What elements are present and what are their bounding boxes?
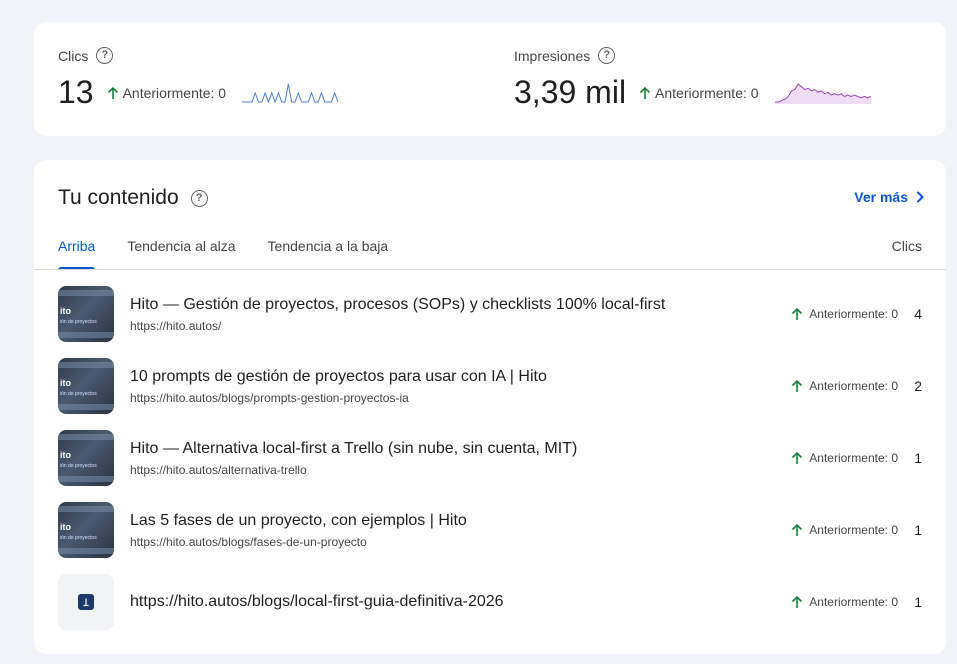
impressions-label: Impresiones (514, 47, 591, 64)
arrow-up-icon (107, 86, 118, 99)
summary-card: Clics ? 13 Anteriormente: 0 Impresiones … (34, 22, 946, 136)
row-previous-text: Anteriormente: 0 (809, 379, 898, 393)
see-more-link[interactable]: Ver más (854, 189, 924, 205)
thumbnail-text: ito (60, 306, 71, 316)
clicks-value: 13 (58, 74, 94, 110)
help-icon[interactable]: ? (598, 47, 616, 64)
clicks-previous-text: Anteriormente: 0 (122, 84, 227, 101)
content-row[interactable]: https://hito.autos/blogs/local-first-gui… (58, 574, 922, 630)
page-thumbnail: ito ión de proyectos (58, 358, 114, 414)
row-title: Hito — Gestión de proyectos, procesos (S… (130, 295, 666, 313)
row-previous: Anteriormente: 0 (790, 523, 898, 537)
row-clicks-value: 1 (914, 522, 922, 538)
impressions-previous-text: Anteriormente: 0 (655, 84, 759, 101)
arrow-up-icon (792, 451, 803, 464)
tab-top[interactable]: Arriba (58, 238, 96, 270)
row-previous: Anteriormente: 0 (790, 451, 898, 465)
arrow-up-icon (792, 307, 803, 320)
row-url: https://hito.autos/alternativa-trello (130, 462, 307, 477)
content-row[interactable]: ito ión de proyectos 10 prompts de gesti… (58, 358, 922, 414)
page-thumbnail: ito ión de proyectos (58, 502, 114, 558)
content-tabs: Arriba Tendencia al alza Tendencia a la … (58, 238, 420, 270)
row-previous-text: Anteriormente: 0 (809, 523, 898, 537)
arrow-up-icon (792, 523, 803, 536)
row-clicks-value: 4 (914, 306, 922, 322)
content-card: Tu contenido ? Ver más Arriba Tendencia … (34, 160, 946, 654)
document-icon (78, 594, 94, 610)
thumbnail-text: ito (60, 450, 71, 460)
arrow-up-icon (639, 86, 651, 99)
content-row[interactable]: ito ión de proyectos Hito — Alternativa … (58, 430, 922, 486)
row-title: https://hito.autos/blogs/local-first-gui… (130, 593, 504, 610)
impressions-previous: Anteriormente: 0 (638, 85, 759, 101)
page-thumbnail: ito ión de proyectos (58, 286, 114, 342)
impressions-stat[interactable]: Impresiones ? 3,39 mil Anteriormente: 0 (514, 22, 934, 136)
row-title: 10 prompts de gestión de proyectos para … (130, 367, 547, 385)
row-clicks-value: 1 (914, 594, 922, 610)
page-thumbnail (58, 574, 114, 630)
row-title: Hito — Alternativa local-first a Trello … (130, 439, 578, 457)
row-title: Las 5 fases de un proyecto, con ejemplos… (130, 511, 467, 529)
thumbnail-subtext: ión de proyectos (60, 535, 97, 541)
row-previous: Anteriormente: 0 (790, 307, 898, 321)
arrow-up-icon (792, 595, 803, 608)
page-thumbnail: ito ión de proyectos (58, 430, 114, 486)
thumbnail-text: ito (60, 522, 71, 532)
row-previous: Anteriormente: 0 (790, 595, 898, 609)
row-url: https://hito.autos/blogs/prompts-gestion… (130, 390, 409, 405)
clicks-stat[interactable]: Clics ? 13 Anteriormente: 0 (58, 22, 478, 136)
divider (34, 269, 946, 270)
row-previous-text: Anteriormente: 0 (809, 451, 898, 465)
help-icon[interactable]: ? (96, 47, 114, 64)
help-icon[interactable]: ? (190, 189, 208, 207)
row-previous-text: Anteriormente: 0 (809, 307, 898, 321)
clicks-sparkline (242, 83, 339, 103)
content-title: Tu contenido (58, 186, 179, 209)
clicks-previous: Anteriormente: 0 (106, 84, 227, 101)
impressions-sparkline (774, 82, 871, 104)
impressions-value: 3,39 mil (514, 74, 627, 110)
row-clicks-value: 1 (914, 450, 922, 466)
clicks-label: Clics (58, 47, 89, 64)
see-more-label: Ver más (854, 189, 908, 205)
thumbnail-subtext: ión de proyectos (60, 319, 97, 325)
column-header-clicks: Clics (891, 238, 922, 254)
row-url: https://hito.autos/blogs/fases-de-un-pro… (130, 534, 367, 549)
row-previous-text: Anteriormente: 0 (809, 595, 898, 609)
row-previous: Anteriormente: 0 (790, 379, 898, 393)
thumbnail-subtext: ión de proyectos (60, 391, 97, 397)
content-row[interactable]: ito ión de proyectos Las 5 fases de un p… (58, 502, 922, 558)
content-row[interactable]: ito ión de proyectos Hito — Gestión de p… (58, 286, 922, 342)
arrow-up-icon (792, 379, 803, 392)
tab-trending-down[interactable]: Tendencia a la baja (268, 238, 389, 270)
sparkline-line (242, 83, 339, 103)
thumbnail-subtext: ión de proyectos (60, 463, 97, 469)
chevron-right-icon (916, 191, 924, 203)
row-clicks-value: 2 (914, 378, 922, 394)
row-url: https://hito.autos/ (130, 318, 222, 333)
tab-trending-up[interactable]: Tendencia al alza (127, 238, 235, 270)
thumbnail-text: ito (60, 378, 71, 388)
